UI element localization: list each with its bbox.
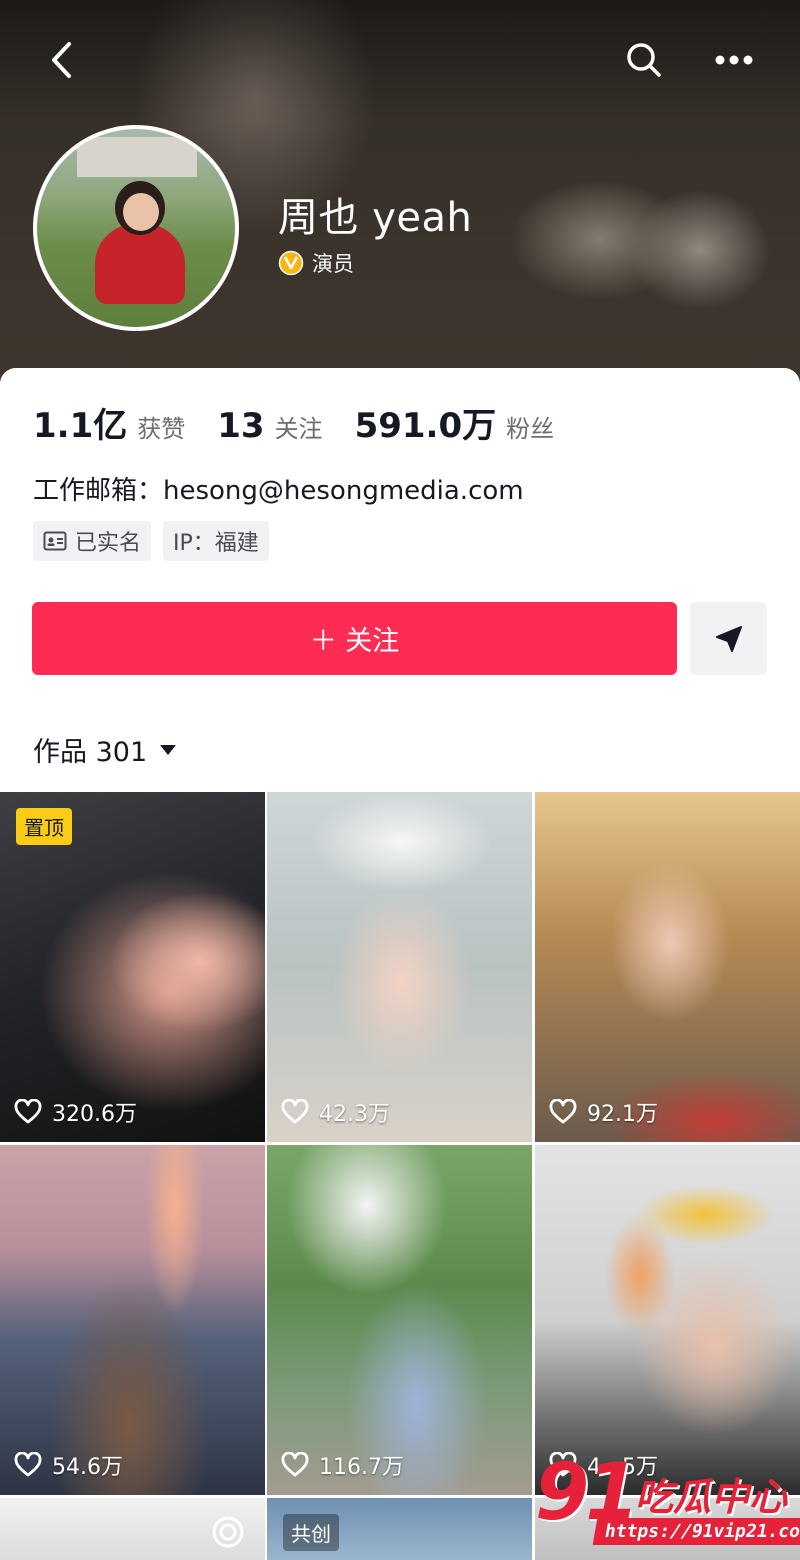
profile-name: 周也 yeah bbox=[278, 195, 473, 241]
likes-count: 92.1万 bbox=[587, 1102, 658, 1127]
likes-count: 54.6万 bbox=[52, 1455, 123, 1480]
likes-count: 42.3万 bbox=[319, 1102, 390, 1127]
video-thumb[interactable]: 92.1万 bbox=[535, 792, 800, 1142]
search-button[interactable] bbox=[622, 38, 666, 82]
cocreate-badge: 共创 bbox=[283, 1514, 339, 1551]
following-label[interactable]: 关注 bbox=[275, 409, 323, 444]
followers-label[interactable]: 粉丝 bbox=[506, 409, 554, 444]
more-dots-icon bbox=[715, 55, 753, 65]
video-thumb[interactable] bbox=[0, 1498, 265, 1560]
pinned-badge: 置顶 bbox=[16, 808, 72, 845]
video-thumb[interactable]: 116.7万 bbox=[267, 1145, 532, 1495]
ip-label: IP：福建 bbox=[173, 531, 259, 556]
id-card-icon bbox=[43, 531, 67, 551]
realname-label: 已实名 bbox=[75, 531, 142, 556]
video-likes: 92.1万 bbox=[549, 1096, 658, 1128]
heart-icon bbox=[549, 1099, 577, 1124]
works-label: 作品 301 bbox=[33, 737, 148, 768]
heart-icon bbox=[281, 1099, 309, 1124]
video-thumb[interactable]: 共创 bbox=[267, 1498, 532, 1560]
caret-down-icon bbox=[160, 744, 177, 755]
likes-count: 1.1亿 bbox=[33, 406, 128, 446]
send-icon bbox=[715, 625, 742, 652]
video-thumb[interactable]: 4...5万 bbox=[535, 1145, 800, 1495]
avatar[interactable] bbox=[33, 125, 239, 331]
likes-count: 116.7万 bbox=[319, 1455, 404, 1480]
ip-tag: IP：福建 bbox=[163, 521, 269, 561]
record-icon bbox=[212, 1516, 244, 1548]
heart-icon bbox=[14, 1099, 42, 1124]
video-thumb[interactable]: 54.6万 bbox=[0, 1145, 265, 1495]
followers-count[interactable]: 591.0万 bbox=[355, 398, 497, 447]
profile-tags: 已实名 IP：福建 bbox=[33, 521, 269, 561]
verified-role: 演员 bbox=[312, 252, 354, 276]
verification-badge: 演员 bbox=[278, 248, 354, 278]
likes-label: 获赞 bbox=[137, 415, 186, 443]
likes-count: 320.6万 bbox=[52, 1102, 137, 1127]
more-button[interactable] bbox=[712, 38, 756, 82]
works-tab[interactable]: 作品 301 bbox=[33, 730, 177, 769]
following-count[interactable]: 13 bbox=[217, 406, 264, 446]
video-likes: 42.3万 bbox=[281, 1096, 390, 1128]
watermark-brand: 吃瓜中心 bbox=[635, 1475, 788, 1519]
follow-button[interactable]: ＋ 关注 bbox=[32, 602, 677, 675]
work-email[interactable]: 工作邮箱：hesong@hesongmedia.com bbox=[33, 470, 524, 507]
chevron-left-icon bbox=[52, 42, 71, 78]
heart-icon bbox=[281, 1452, 309, 1477]
video-thumb[interactable]: 置顶 320.6万 bbox=[0, 792, 265, 1142]
watermark: 91 吃瓜中心 https://91vip21.com bbox=[535, 1448, 800, 1559]
video-likes: 116.7万 bbox=[281, 1449, 404, 1481]
video-thumb[interactable]: 42.3万 bbox=[267, 792, 532, 1142]
verified-v-icon bbox=[278, 250, 304, 276]
watermark-url: https://91vip21.com bbox=[592, 1518, 800, 1545]
video-likes: 54.6万 bbox=[14, 1449, 123, 1481]
back-button[interactable] bbox=[40, 38, 84, 82]
realname-tag: 已实名 bbox=[33, 521, 152, 561]
video-likes: 320.6万 bbox=[14, 1096, 137, 1128]
search-icon bbox=[627, 43, 661, 77]
heart-icon bbox=[14, 1452, 42, 1477]
message-button[interactable] bbox=[690, 602, 767, 675]
profile-stats: 1.1亿 获赞 13 关注 591.0万 粉丝 bbox=[33, 398, 586, 447]
